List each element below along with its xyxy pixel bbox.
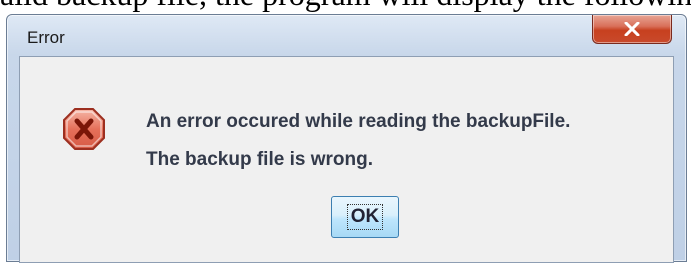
- ok-button-label: OK: [346, 204, 384, 230]
- document-text-fragment: alid backup file, the program will displ…: [0, 0, 691, 14]
- error-dialog: Error An error occured while reading the…: [6, 14, 687, 263]
- close-button[interactable]: [592, 15, 672, 44]
- message-line: The backup file is wrong.: [146, 149, 373, 170]
- close-x-icon: [624, 22, 640, 36]
- dialog-content: An error occured while reading the backu…: [19, 56, 674, 263]
- message-line: An error occured while reading the backu…: [146, 111, 571, 132]
- ok-button[interactable]: OK: [331, 196, 399, 238]
- title-bar[interactable]: Error: [7, 15, 686, 57]
- dialog-title: Error: [27, 28, 65, 47]
- error-message: An error occured while reading the backu…: [146, 103, 570, 179]
- error-octagon-icon: [63, 108, 105, 150]
